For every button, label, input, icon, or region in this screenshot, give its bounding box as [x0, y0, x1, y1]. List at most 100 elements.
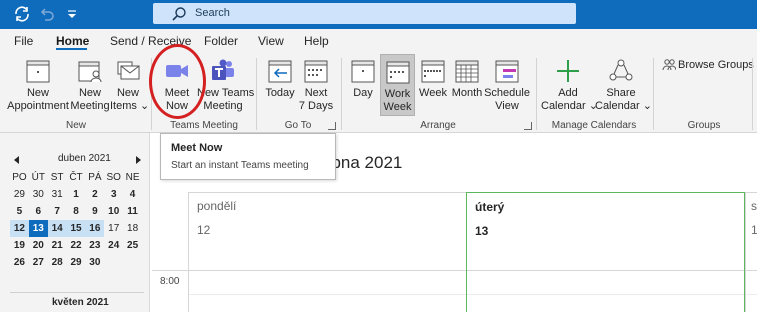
new-appointment-label-1: New — [26, 87, 49, 99]
calendar-day[interactable]: 16 — [85, 220, 105, 237]
calendar-day[interactable]: 6 — [29, 203, 48, 220]
tab-file[interactable]: File — [14, 34, 33, 48]
calendar-day[interactable]: 28 — [48, 254, 67, 271]
day-column-monday[interactable]: pondělí 12 — [188, 192, 466, 312]
go-to-dialog-launcher-icon[interactable] — [328, 122, 336, 130]
calendar-day[interactable]: 3 — [104, 186, 123, 203]
today-button[interactable]: Today — [262, 52, 298, 118]
group-label-arrange: Arrange — [420, 120, 456, 131]
month-view-button[interactable]: Month — [450, 52, 484, 118]
sync-icon[interactable] — [13, 5, 31, 23]
schedule-view-button[interactable]: Schedule View — [484, 52, 530, 118]
search-box[interactable]: Search — [153, 3, 576, 24]
calendar-day[interactable]: 15 — [66, 220, 86, 237]
calendar-day[interactable]: 30 — [85, 254, 104, 271]
work-week-icon — [386, 61, 409, 84]
schedule-view-label-1: Schedule — [484, 87, 530, 99]
active-tab-indicator — [56, 48, 87, 50]
meeting-icon — [78, 61, 102, 83]
new-items-label-2: Items — [110, 100, 137, 112]
calendar-day[interactable]: 12 — [10, 220, 29, 237]
new-meeting-button[interactable]: New Meeting — [70, 52, 110, 118]
tab-help[interactable]: Help — [304, 34, 329, 48]
chevron-down-icon: ⌄ — [642, 100, 652, 112]
group-separator — [536, 58, 537, 130]
group-label-groups: Groups — [687, 120, 721, 131]
calendar-day[interactable]: 11 — [123, 203, 142, 220]
new-appointment-label-2: Appointment — [7, 100, 69, 112]
day-number: 12 — [197, 223, 211, 237]
next-7-days-label-1: Next — [304, 87, 328, 99]
calendar-day[interactable]: 10 — [104, 203, 123, 220]
calendar-day[interactable]: 20 — [29, 237, 48, 254]
weekday-header: NE — [125, 172, 140, 183]
calendar-day[interactable]: 22 — [67, 237, 86, 254]
group-label-new: New — [65, 120, 86, 131]
calendar-day[interactable]: 25 — [123, 237, 142, 254]
calendar-day[interactable]: 5 — [10, 203, 29, 220]
calendar-day[interactable]: 8 — [67, 203, 86, 220]
next-month-header: květen 2021 — [10, 292, 144, 310]
week-label: Week — [419, 87, 447, 99]
calendar-day-today[interactable]: 13 — [28, 220, 48, 237]
tab-folder[interactable]: Folder — [204, 34, 238, 48]
calendar-day[interactable]: 23 — [85, 237, 104, 254]
day-view-button[interactable]: Day — [346, 52, 380, 118]
undo-icon[interactable] — [38, 5, 56, 23]
calendar-day[interactable]: 17 — [104, 220, 123, 237]
next-7-days-button[interactable]: Next 7 Days — [298, 52, 334, 118]
previous-month-icon[interactable] — [14, 156, 19, 164]
weekday-header: PO — [12, 172, 27, 183]
meet-now-tooltip: Meet Now Start an instant Teams meeting — [160, 133, 336, 180]
calendar-icon — [26, 60, 50, 83]
group-separator — [341, 58, 342, 130]
calendar-day[interactable]: 27 — [29, 254, 48, 271]
groups-icon — [662, 59, 676, 71]
day-name: úterý — [475, 200, 505, 214]
calendar-day[interactable]: 4 — [123, 186, 142, 203]
calendar-day[interactable]: 29 — [10, 186, 29, 203]
search-placeholder: Search — [195, 7, 230, 19]
group-label-teams-meeting: Teams Meeting — [170, 120, 238, 131]
new-items-button[interactable]: New Items ⌄ — [110, 52, 149, 118]
work-week-view-button[interactable]: Work Week — [380, 54, 415, 116]
calendar-day[interactable]: 1 — [67, 186, 86, 203]
calendar-day[interactable]: 21 — [48, 237, 67, 254]
add-calendar-button[interactable]: Add Calendar ⌄ — [541, 52, 598, 118]
calendar-day[interactable]: 18 — [123, 220, 142, 237]
calendar-day[interactable]: 19 — [10, 237, 29, 254]
day-number: 13 — [475, 224, 489, 238]
share-icon — [609, 59, 633, 81]
new-items-label-1: New — [116, 87, 139, 99]
next-month-icon[interactable] — [136, 156, 141, 164]
tab-home[interactable]: Home — [56, 34, 89, 48]
calendar-day[interactable] — [104, 254, 123, 271]
calendar-day[interactable]: 14 — [47, 220, 67, 237]
calendar-day[interactable]: 30 — [29, 186, 48, 203]
title-bar: Search — [0, 0, 757, 29]
calendar-day[interactable]: 31 — [48, 186, 67, 203]
day-column-wednesday[interactable]: st 1 — [745, 192, 757, 312]
day-name: st — [751, 199, 757, 213]
calendar-day[interactable]: 26 — [10, 254, 29, 271]
calendar-day[interactable]: 24 — [104, 237, 123, 254]
calendar-day[interactable]: 29 — [67, 254, 86, 271]
calendar-day[interactable]: 2 — [85, 186, 104, 203]
calendar-week-row: 12 13 14 15 16 17 18 — [10, 220, 142, 237]
calendar-day[interactable] — [123, 254, 142, 271]
calendar-day[interactable]: 9 — [85, 203, 104, 220]
arrange-dialog-launcher-icon[interactable] — [524, 122, 532, 130]
customize-toolbar-icon[interactable] — [63, 5, 81, 23]
new-appointment-button[interactable]: New Appointment — [6, 52, 70, 118]
mini-calendar-grid: PO ÚT ST ČT PÁ SO NE 29 30 31 1 2 3 4 5 … — [10, 169, 142, 271]
time-label: 8:00 — [160, 276, 180, 287]
week-view-button[interactable]: Week — [416, 52, 450, 118]
weekday-header: SO — [106, 172, 121, 183]
share-calendar-button[interactable]: Share Calendar ⌄ — [595, 52, 652, 118]
new-meeting-label-1: New — [78, 87, 101, 99]
calendar-day[interactable]: 7 — [48, 203, 67, 220]
day-column-tuesday[interactable]: úterý 13 — [466, 192, 745, 312]
tab-view[interactable]: View — [258, 34, 284, 48]
weekday-header: ST — [50, 172, 64, 183]
mini-calendar-month: duben 2021 — [58, 153, 111, 164]
